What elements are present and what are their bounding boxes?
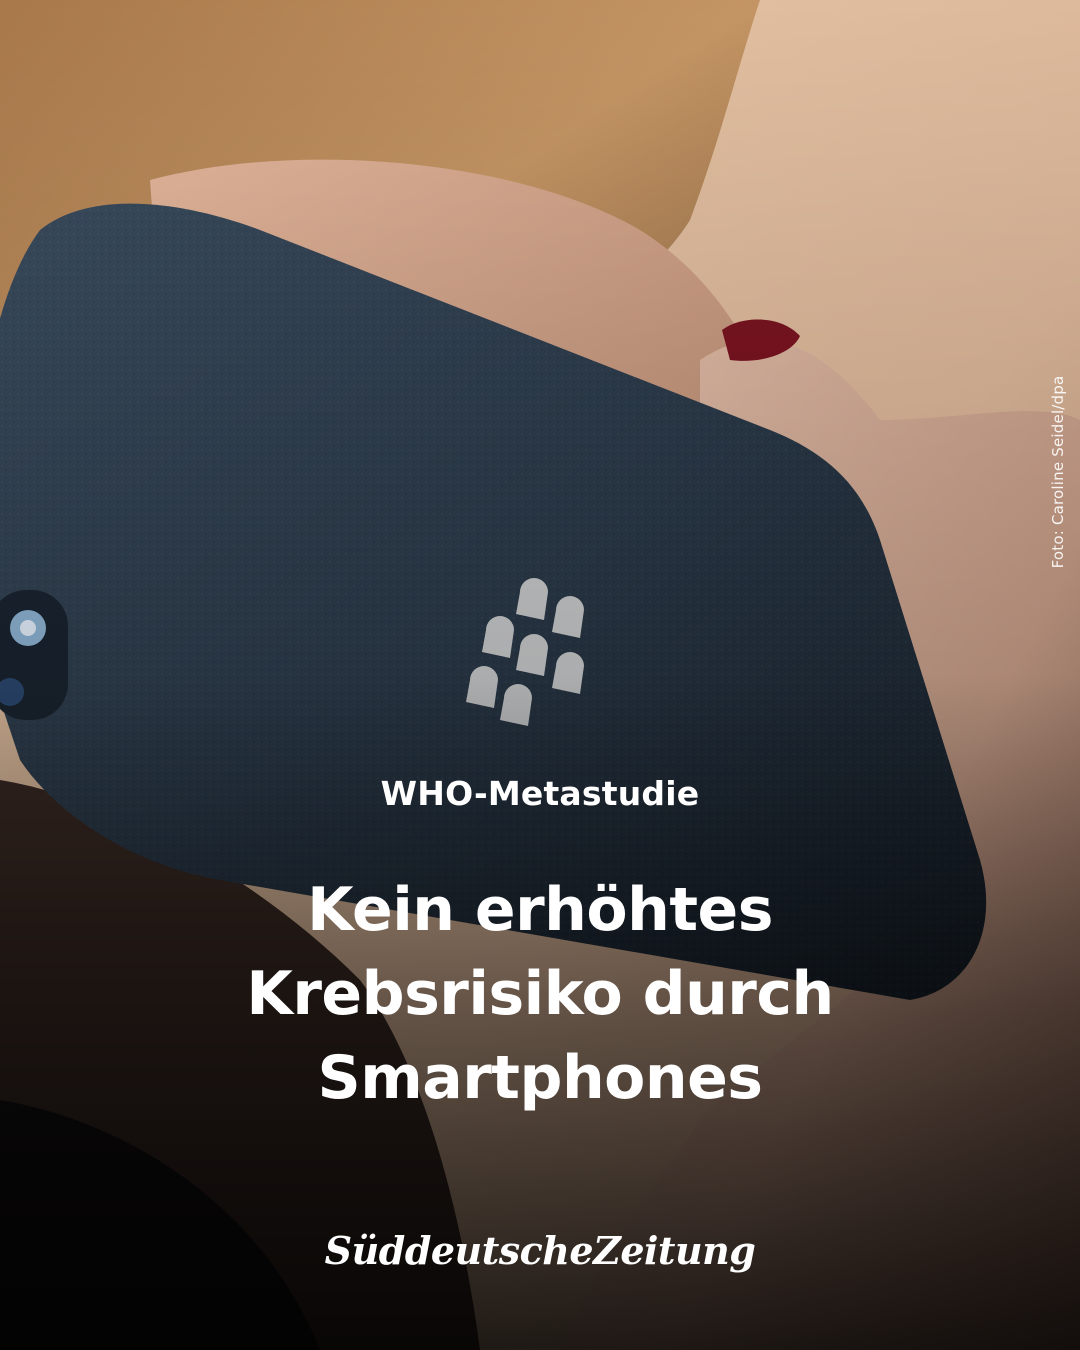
article-headline: Kein erhöhtes Krebsrisiko durch Smartpho… xyxy=(40,868,1040,1120)
article-kicker: WHO-Metastudie xyxy=(380,774,700,813)
sueddeutsche-zeitung-logo: SüddeutscheZeitung xyxy=(324,1228,756,1273)
background-photo xyxy=(0,0,1080,1350)
headline-line: Smartphones xyxy=(317,1043,764,1113)
headline-line: Kein erhöhtes xyxy=(307,875,773,945)
social-post-card: Foto: Caroline Seidel/dpa WHO-Metastudie… xyxy=(0,0,1080,1350)
photo-credit: Foto: Caroline Seidel/dpa xyxy=(1049,375,1067,569)
headline-line: Krebsrisiko durch xyxy=(246,959,834,1029)
